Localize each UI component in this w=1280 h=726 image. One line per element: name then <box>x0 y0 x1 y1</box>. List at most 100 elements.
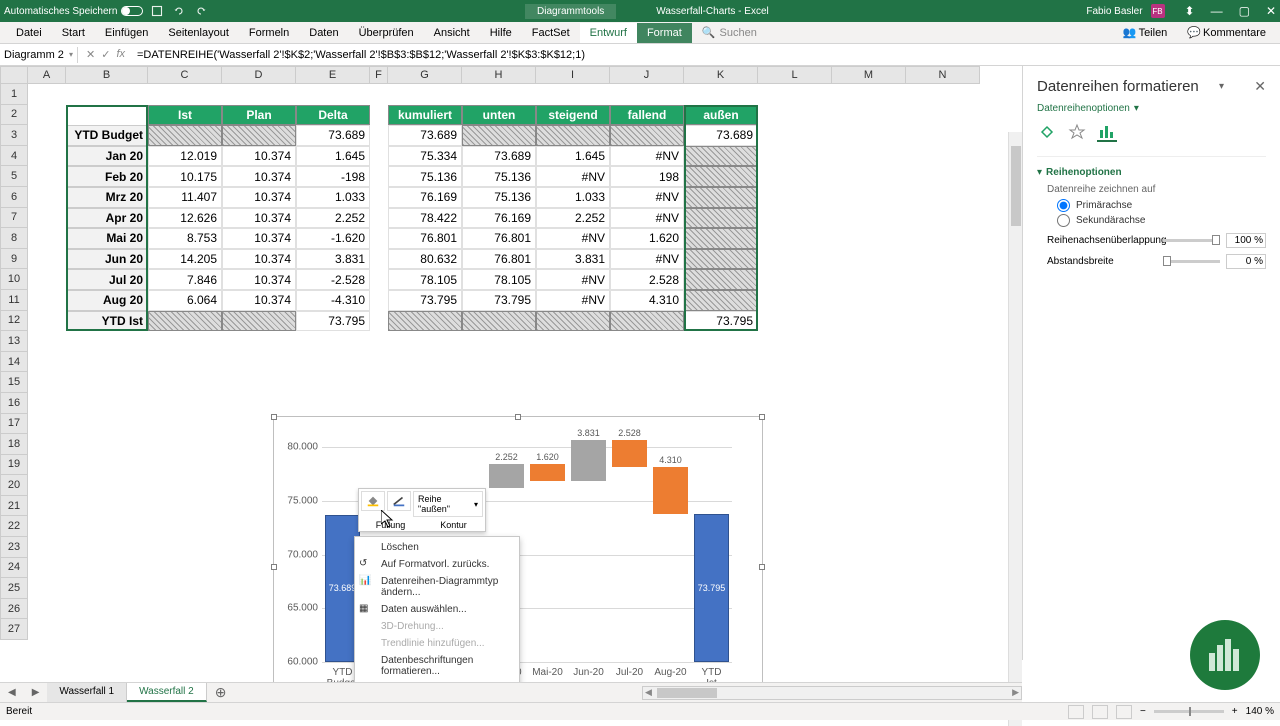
cell[interactable]: Jul 20 <box>66 269 148 290</box>
row-header[interactable]: 2 <box>0 105 28 126</box>
close-pane-icon[interactable]: ✕ <box>1254 78 1266 95</box>
page-layout-icon[interactable] <box>1092 705 1108 719</box>
row-header[interactable]: 22 <box>0 516 28 537</box>
cell[interactable]: 1.645 <box>296 146 370 167</box>
search-icon[interactable]: 🔍 <box>702 26 716 39</box>
cell[interactable]: 78.422 <box>388 208 462 229</box>
cell[interactable] <box>610 125 684 146</box>
cell[interactable]: 10.374 <box>222 146 296 167</box>
cell[interactable]: 73.795 <box>296 311 370 332</box>
col-header[interactable]: K <box>684 66 758 84</box>
formula-input[interactable]: =DATENREIHE('Wasserfall 2'!$K$2;'Wasserf… <box>133 47 1280 63</box>
cell[interactable] <box>684 208 758 229</box>
cell[interactable]: 78.105 <box>388 269 462 290</box>
pane-menu-icon[interactable]: ▾ <box>1219 81 1224 92</box>
cell[interactable]: 78.105 <box>462 269 536 290</box>
row-header[interactable]: 7 <box>0 208 28 229</box>
cell[interactable]: 10.374 <box>222 187 296 208</box>
cancel-formula-icon[interactable]: ✕ <box>86 48 95 61</box>
cell[interactable]: 80.632 <box>388 249 462 270</box>
gap-slider[interactable] <box>1163 260 1220 263</box>
row-header[interactable]: 18 <box>0 434 28 455</box>
row-header[interactable]: 10 <box>0 269 28 290</box>
cell[interactable]: 8.753 <box>148 228 222 249</box>
cell[interactable]: 3.831 <box>536 249 610 270</box>
cell[interactable]: Mai 20 <box>66 228 148 249</box>
ctx-item[interactable]: Datenreihen-Diagrammtyp ändern...📊 <box>355 573 519 601</box>
cell[interactable]: 75.136 <box>388 166 462 187</box>
close-icon[interactable]: ✕ <box>1266 4 1276 18</box>
effects-icon[interactable] <box>1067 122 1087 142</box>
cell[interactable]: Apr 20 <box>66 208 148 229</box>
ribbon-tab-überprüfen[interactable]: Überprüfen <box>349 23 424 43</box>
maximize-icon[interactable]: ▢ <box>1239 4 1250 18</box>
col-header[interactable]: I <box>536 66 610 84</box>
cell[interactable] <box>536 311 610 332</box>
cell[interactable]: 10.374 <box>222 269 296 290</box>
cell[interactable] <box>222 125 296 146</box>
page-break-icon[interactable] <box>1116 705 1132 719</box>
autosave[interactable]: Automatisches Speichern <box>4 6 143 17</box>
cell[interactable]: 76.801 <box>462 249 536 270</box>
cell[interactable]: -4.310 <box>296 290 370 311</box>
fill-button[interactable] <box>361 491 385 511</box>
cell[interactable]: 1.645 <box>536 146 610 167</box>
tab-nav-prev[interactable]: ◀ <box>0 687 24 698</box>
cell[interactable]: 3.831 <box>296 249 370 270</box>
cell[interactable]: Delta <box>296 105 370 126</box>
normal-view-icon[interactable] <box>1068 705 1084 719</box>
row-header[interactable]: 1 <box>0 84 28 105</box>
cell[interactable]: -2.528 <box>296 269 370 290</box>
sheet-tab[interactable]: Wasserfall 2 <box>127 683 207 702</box>
cell[interactable]: 73.689 <box>462 146 536 167</box>
cell[interactable]: unten <box>462 105 536 126</box>
cell[interactable]: 12.626 <box>148 208 222 229</box>
overlap-input[interactable] <box>1226 233 1266 248</box>
bar-steigend[interactable] <box>571 440 606 481</box>
row-header[interactable]: 25 <box>0 578 28 599</box>
comments-button[interactable]: 💬Kommentare <box>1179 24 1274 41</box>
row-header[interactable]: 19 <box>0 455 28 476</box>
cell[interactable]: 11.407 <box>148 187 222 208</box>
resize-handle[interactable] <box>515 414 521 420</box>
cell[interactable]: 10.374 <box>222 249 296 270</box>
row-header[interactable]: 26 <box>0 599 28 620</box>
cell[interactable]: 75.136 <box>462 187 536 208</box>
cell[interactable] <box>148 311 222 332</box>
cell[interactable]: Aug 20 <box>66 290 148 311</box>
resize-handle[interactable] <box>271 414 277 420</box>
autosave-toggle[interactable] <box>121 6 143 16</box>
gap-input[interactable] <box>1226 254 1266 269</box>
primary-axis-radio[interactable]: Primärachse <box>1057 199 1266 212</box>
redo-icon[interactable] <box>195 5 207 17</box>
fill-line-icon[interactable] <box>1037 122 1057 142</box>
bar-steigend[interactable] <box>489 464 524 488</box>
user-badge[interactable]: FB <box>1151 4 1165 18</box>
cell[interactable]: 73.795 <box>684 311 758 332</box>
ribbon-tab-formeln[interactable]: Formeln <box>239 23 299 43</box>
col-header[interactable]: M <box>832 66 906 84</box>
cell[interactable]: 76.801 <box>462 228 536 249</box>
col-header[interactable]: F <box>370 66 388 84</box>
cell[interactable] <box>684 146 758 167</box>
row-header[interactable]: 17 <box>0 414 28 435</box>
col-header[interactable]: L <box>758 66 832 84</box>
row-header[interactable]: 3 <box>0 125 28 146</box>
cell[interactable]: 7.846 <box>148 269 222 290</box>
context-menu[interactable]: LöschenAuf Formatvorl. zurücks.↺Datenrei… <box>354 536 520 700</box>
cell[interactable]: YTD Budget <box>66 125 148 146</box>
cell[interactable]: fallend <box>610 105 684 126</box>
cell[interactable] <box>610 311 684 332</box>
row-header[interactable]: 21 <box>0 496 28 517</box>
cell[interactable] <box>684 166 758 187</box>
outline-button[interactable] <box>387 491 411 511</box>
cell[interactable] <box>684 249 758 270</box>
minimize-icon[interactable]: — <box>1211 4 1223 18</box>
ribbon-tab-seitenlayout[interactable]: Seitenlayout <box>158 23 239 43</box>
series-selector[interactable]: Reihe "außen" ▾ <box>413 491 483 517</box>
cell[interactable]: 10.374 <box>222 166 296 187</box>
col-header[interactable]: G <box>388 66 462 84</box>
ribbon-tab-einfügen[interactable]: Einfügen <box>95 23 158 43</box>
row-header[interactable]: 15 <box>0 372 28 393</box>
resize-handle[interactable] <box>759 564 765 570</box>
